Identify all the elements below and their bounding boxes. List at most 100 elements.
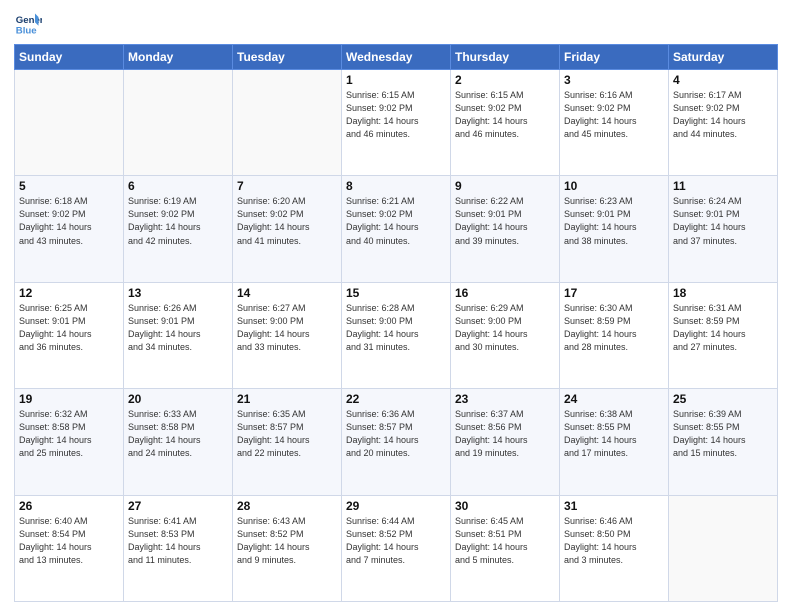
day-info: Sunrise: 6:45 AM Sunset: 8:51 PM Dayligh…	[455, 515, 555, 567]
day-cell: 23 Sunrise: 6:37 AM Sunset: 8:56 PM Dayli…	[451, 389, 560, 495]
day-number: 17	[564, 286, 664, 300]
weekday-header-wednesday: Wednesday	[342, 45, 451, 70]
day-number: 10	[564, 179, 664, 193]
day-number: 18	[673, 286, 773, 300]
day-cell: 4 Sunrise: 6:17 AM Sunset: 9:02 PM Daylig…	[669, 70, 778, 176]
day-cell: 5 Sunrise: 6:18 AM Sunset: 9:02 PM Daylig…	[15, 176, 124, 282]
day-cell: 16Sunrise: 6:29 AM Sunset: 9:00 PM Dayli…	[451, 282, 560, 388]
day-number: 31	[564, 499, 664, 513]
day-info: Sunrise: 6:19 AM Sunset: 9:02 PM Dayligh…	[128, 195, 228, 247]
day-info: Sunrise: 6:17 AM Sunset: 9:02 PM Dayligh…	[673, 89, 773, 141]
day-info: Sunrise: 6:24 AM Sunset: 9:01 PM Dayligh…	[673, 195, 773, 247]
weekday-header-monday: Monday	[124, 45, 233, 70]
day-info: Sunrise: 6:38 AM Sunset: 8:55 PM Dayligh…	[564, 408, 664, 460]
svg-text:Blue: Blue	[16, 26, 37, 37]
day-number: 5	[19, 179, 119, 193]
day-info: Sunrise: 6:27 AM Sunset: 9:00 PM Dayligh…	[237, 302, 337, 354]
weekday-header-thursday: Thursday	[451, 45, 560, 70]
day-number: 27	[128, 499, 228, 513]
day-info: Sunrise: 6:43 AM Sunset: 8:52 PM Dayligh…	[237, 515, 337, 567]
day-number: 11	[673, 179, 773, 193]
day-info: Sunrise: 6:16 AM Sunset: 9:02 PM Dayligh…	[564, 89, 664, 141]
day-cell: 3 Sunrise: 6:16 AM Sunset: 9:02 PM Daylig…	[560, 70, 669, 176]
day-number: 1	[346, 73, 446, 87]
calendar-table: SundayMondayTuesdayWednesdayThursdayFrid…	[14, 44, 778, 602]
day-number: 22	[346, 392, 446, 406]
week-row-1: 1 Sunrise: 6:15 AM Sunset: 9:02 PM Daylig…	[15, 70, 778, 176]
day-number: 29	[346, 499, 446, 513]
day-cell: 18 Sunrise: 6:31 AM Sunset: 8:59 PM Dayli…	[669, 282, 778, 388]
day-cell: 13 Sunrise: 6:26 AM Sunset: 9:01 PM Dayli…	[124, 282, 233, 388]
day-info: Sunrise: 6:30 AM Sunset: 8:59 PM Dayligh…	[564, 302, 664, 354]
day-number: 13	[128, 286, 228, 300]
weekday-header-saturday: Saturday	[669, 45, 778, 70]
logo: General Blue	[14, 10, 46, 38]
logo-icon: General Blue	[14, 10, 42, 38]
day-cell: 10 Sunrise: 6:23 AM Sunset: 9:01 PM Dayli…	[560, 176, 669, 282]
day-cell: 24Sunrise: 6:38 AM Sunset: 8:55 PM Dayli…	[560, 389, 669, 495]
calendar-page: General Blue SundayMondayTuesdayWednesda…	[0, 0, 792, 612]
day-number: 6	[128, 179, 228, 193]
day-info: Sunrise: 6:31 AM Sunset: 8:59 PM Dayligh…	[673, 302, 773, 354]
day-cell: 20Sunrise: 6:33 AM Sunset: 8:58 PM Dayli…	[124, 389, 233, 495]
day-number: 4	[673, 73, 773, 87]
day-info: Sunrise: 6:37 AM Sunset: 8:56 PM Dayligh…	[455, 408, 555, 460]
day-cell: 21 Sunrise: 6:35 AM Sunset: 8:57 PM Dayli…	[233, 389, 342, 495]
day-info: Sunrise: 6:44 AM Sunset: 8:52 PM Dayligh…	[346, 515, 446, 567]
day-info: Sunrise: 6:40 AM Sunset: 8:54 PM Dayligh…	[19, 515, 119, 567]
day-cell: 9Sunrise: 6:22 AM Sunset: 9:01 PM Daylig…	[451, 176, 560, 282]
weekday-header-sunday: Sunday	[15, 45, 124, 70]
day-info: Sunrise: 6:35 AM Sunset: 8:57 PM Dayligh…	[237, 408, 337, 460]
day-number: 3	[564, 73, 664, 87]
day-info: Sunrise: 6:18 AM Sunset: 9:02 PM Dayligh…	[19, 195, 119, 247]
week-row-3: 12Sunrise: 6:25 AM Sunset: 9:01 PM Dayli…	[15, 282, 778, 388]
day-number: 8	[346, 179, 446, 193]
day-cell: 15 Sunrise: 6:28 AM Sunset: 9:00 PM Dayli…	[342, 282, 451, 388]
day-info: Sunrise: 6:33 AM Sunset: 8:58 PM Dayligh…	[128, 408, 228, 460]
day-number: 16	[455, 286, 555, 300]
week-row-5: 26 Sunrise: 6:40 AM Sunset: 8:54 PM Dayli…	[15, 495, 778, 601]
day-number: 21	[237, 392, 337, 406]
day-cell: 6 Sunrise: 6:19 AM Sunset: 9:02 PM Daylig…	[124, 176, 233, 282]
day-cell	[233, 70, 342, 176]
day-cell: 14 Sunrise: 6:27 AM Sunset: 9:00 PM Dayli…	[233, 282, 342, 388]
day-number: 14	[237, 286, 337, 300]
week-row-2: 5 Sunrise: 6:18 AM Sunset: 9:02 PM Daylig…	[15, 176, 778, 282]
day-number: 28	[237, 499, 337, 513]
day-cell: 22 Sunrise: 6:36 AM Sunset: 8:57 PM Dayli…	[342, 389, 451, 495]
day-cell: 19Sunrise: 6:32 AM Sunset: 8:58 PM Dayli…	[15, 389, 124, 495]
day-cell: 29 Sunrise: 6:44 AM Sunset: 8:52 PM Dayli…	[342, 495, 451, 601]
day-info: Sunrise: 6:46 AM Sunset: 8:50 PM Dayligh…	[564, 515, 664, 567]
weekday-header-row: SundayMondayTuesdayWednesdayThursdayFrid…	[15, 45, 778, 70]
day-info: Sunrise: 6:36 AM Sunset: 8:57 PM Dayligh…	[346, 408, 446, 460]
day-cell	[15, 70, 124, 176]
day-info: Sunrise: 6:15 AM Sunset: 9:02 PM Dayligh…	[455, 89, 555, 141]
day-cell: 1 Sunrise: 6:15 AM Sunset: 9:02 PM Daylig…	[342, 70, 451, 176]
day-cell: 11 Sunrise: 6:24 AM Sunset: 9:01 PM Dayli…	[669, 176, 778, 282]
day-number: 12	[19, 286, 119, 300]
day-info: Sunrise: 6:28 AM Sunset: 9:00 PM Dayligh…	[346, 302, 446, 354]
day-number: 19	[19, 392, 119, 406]
day-info: Sunrise: 6:15 AM Sunset: 9:02 PM Dayligh…	[346, 89, 446, 141]
day-info: Sunrise: 6:21 AM Sunset: 9:02 PM Dayligh…	[346, 195, 446, 247]
weekday-header-tuesday: Tuesday	[233, 45, 342, 70]
day-cell	[669, 495, 778, 601]
day-info: Sunrise: 6:20 AM Sunset: 9:02 PM Dayligh…	[237, 195, 337, 247]
day-number: 23	[455, 392, 555, 406]
day-number: 9	[455, 179, 555, 193]
day-info: Sunrise: 6:26 AM Sunset: 9:01 PM Dayligh…	[128, 302, 228, 354]
day-number: 15	[346, 286, 446, 300]
day-cell: 25Sunrise: 6:39 AM Sunset: 8:55 PM Dayli…	[669, 389, 778, 495]
day-cell: 8 Sunrise: 6:21 AM Sunset: 9:02 PM Daylig…	[342, 176, 451, 282]
header: General Blue	[14, 10, 778, 38]
day-cell	[124, 70, 233, 176]
day-cell: 31 Sunrise: 6:46 AM Sunset: 8:50 PM Dayli…	[560, 495, 669, 601]
day-number: 26	[19, 499, 119, 513]
day-number: 25	[673, 392, 773, 406]
day-number: 30	[455, 499, 555, 513]
day-cell: 28 Sunrise: 6:43 AM Sunset: 8:52 PM Dayli…	[233, 495, 342, 601]
day-cell: 27Sunrise: 6:41 AM Sunset: 8:53 PM Dayli…	[124, 495, 233, 601]
day-cell: 26 Sunrise: 6:40 AM Sunset: 8:54 PM Dayli…	[15, 495, 124, 601]
day-cell: 7Sunrise: 6:20 AM Sunset: 9:02 PM Daylig…	[233, 176, 342, 282]
day-info: Sunrise: 6:23 AM Sunset: 9:01 PM Dayligh…	[564, 195, 664, 247]
